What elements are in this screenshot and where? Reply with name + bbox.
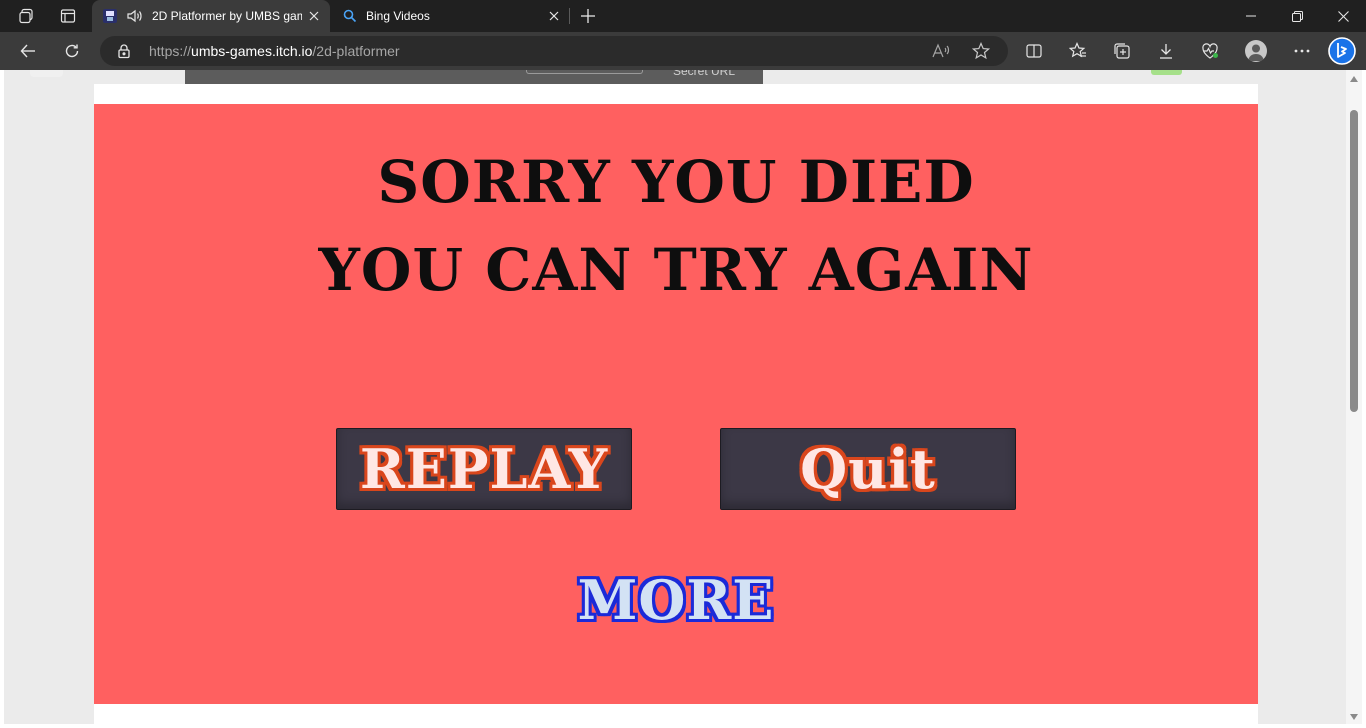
more-link-label: MORE [577, 568, 775, 632]
more-icon [1294, 49, 1310, 53]
restore-button[interactable] [1274, 0, 1320, 32]
plus-icon [581, 9, 595, 23]
back-arrow-icon [20, 44, 35, 58]
more-options-button[interactable] [1286, 35, 1318, 67]
bing-copilot-icon [1328, 37, 1356, 65]
browser-essentials-button[interactable] [1194, 35, 1226, 67]
refresh-button[interactable] [56, 35, 88, 67]
minimize-icon [1246, 15, 1256, 17]
restore-icon [1291, 10, 1303, 22]
itch-status-badge[interactable] [1151, 70, 1182, 75]
split-screen-button[interactable] [1018, 35, 1050, 67]
favorites-button[interactable] [1062, 35, 1094, 67]
tab-bing-videos[interactable]: Bing Videos [332, 0, 570, 32]
close-icon [1337, 10, 1349, 22]
minimize-button[interactable] [1228, 0, 1274, 32]
tab-2d-platformer[interactable]: 2D Platformer by UMBS gam [92, 0, 330, 32]
search-icon [343, 9, 357, 23]
replay-button[interactable]: REPLAY [336, 428, 632, 510]
url-scheme: https:// [149, 43, 192, 59]
browser-toolbar: https://umbs-games.itch.io/2d-platformer [0, 32, 1366, 70]
collections-button[interactable] [1106, 35, 1138, 67]
quit-button[interactable]: Quit [720, 428, 1016, 510]
close-window-button[interactable] [1320, 0, 1366, 32]
speaker-icon[interactable] [126, 8, 144, 24]
scroll-down-arrow-icon[interactable] [1350, 714, 1358, 720]
more-link[interactable]: MORE [572, 568, 780, 632]
tab-divider [569, 8, 570, 24]
profile-button[interactable] [1240, 35, 1272, 67]
scrollbar-thumb[interactable] [1350, 110, 1358, 412]
scroll-up-arrow-icon[interactable] [1350, 76, 1358, 82]
lock-icon[interactable] [116, 43, 132, 59]
page-viewport: Secret URL SORRY YOU DIED YOU CAN TRY AG… [0, 70, 1366, 728]
vertical-tabs-icon [60, 9, 76, 23]
star-icon [972, 42, 990, 60]
close-icon [309, 11, 319, 21]
url-text[interactable]: https://umbs-games.itch.io/2d-platformer [149, 43, 400, 59]
url-path: /2d-platformer [312, 43, 400, 59]
itch-favicon-icon [103, 9, 117, 23]
downloads-button[interactable] [1150, 35, 1182, 67]
workspaces-button[interactable] [10, 4, 42, 28]
vertical-tabs-button[interactable] [52, 4, 84, 28]
profile-avatar-icon [1245, 40, 1267, 62]
itch-logo[interactable] [30, 70, 63, 77]
read-aloud-button[interactable] [929, 39, 953, 63]
favorites-icon [1069, 42, 1086, 58]
secret-url-input[interactable] [526, 70, 643, 74]
read-aloud-icon [932, 43, 950, 58]
back-button[interactable] [12, 35, 44, 67]
favorite-star-button[interactable] [969, 39, 993, 63]
workspaces-icon [19, 8, 33, 24]
game-over-heading: SORRY YOU DIED [377, 148, 975, 216]
secret-url-label: Secret URL [673, 70, 736, 78]
tab-strip: 2D Platformer by UMBS gam Bing Videos [0, 0, 1366, 32]
vertical-scrollbar[interactable] [1346, 70, 1362, 724]
refresh-icon [65, 44, 79, 58]
url-host: umbs-games.itch.io [191, 43, 313, 59]
tab-title: Bing Videos [366, 9, 430, 23]
download-icon [1160, 44, 1172, 59]
address-bar[interactable]: https://umbs-games.itch.io/2d-platformer [100, 36, 1008, 66]
browser-essentials-icon [1202, 43, 1218, 59]
close-tab-button[interactable] [542, 4, 566, 28]
try-again-heading: YOU CAN TRY AGAIN [318, 236, 1034, 304]
split-screen-icon [1026, 44, 1042, 58]
collections-icon [1114, 43, 1130, 59]
replay-button-label: REPLAY [359, 437, 609, 501]
game-canvas[interactable]: SORRY YOU DIED YOU CAN TRY AGAIN REPLAY … [94, 104, 1258, 704]
new-tab-button[interactable] [574, 4, 602, 28]
copilot-button[interactable] [1326, 35, 1358, 67]
close-icon [549, 11, 559, 21]
quit-button-label: Quit [800, 437, 936, 501]
tab-title: 2D Platformer by UMBS gam [152, 9, 302, 23]
close-tab-button[interactable] [302, 4, 326, 28]
